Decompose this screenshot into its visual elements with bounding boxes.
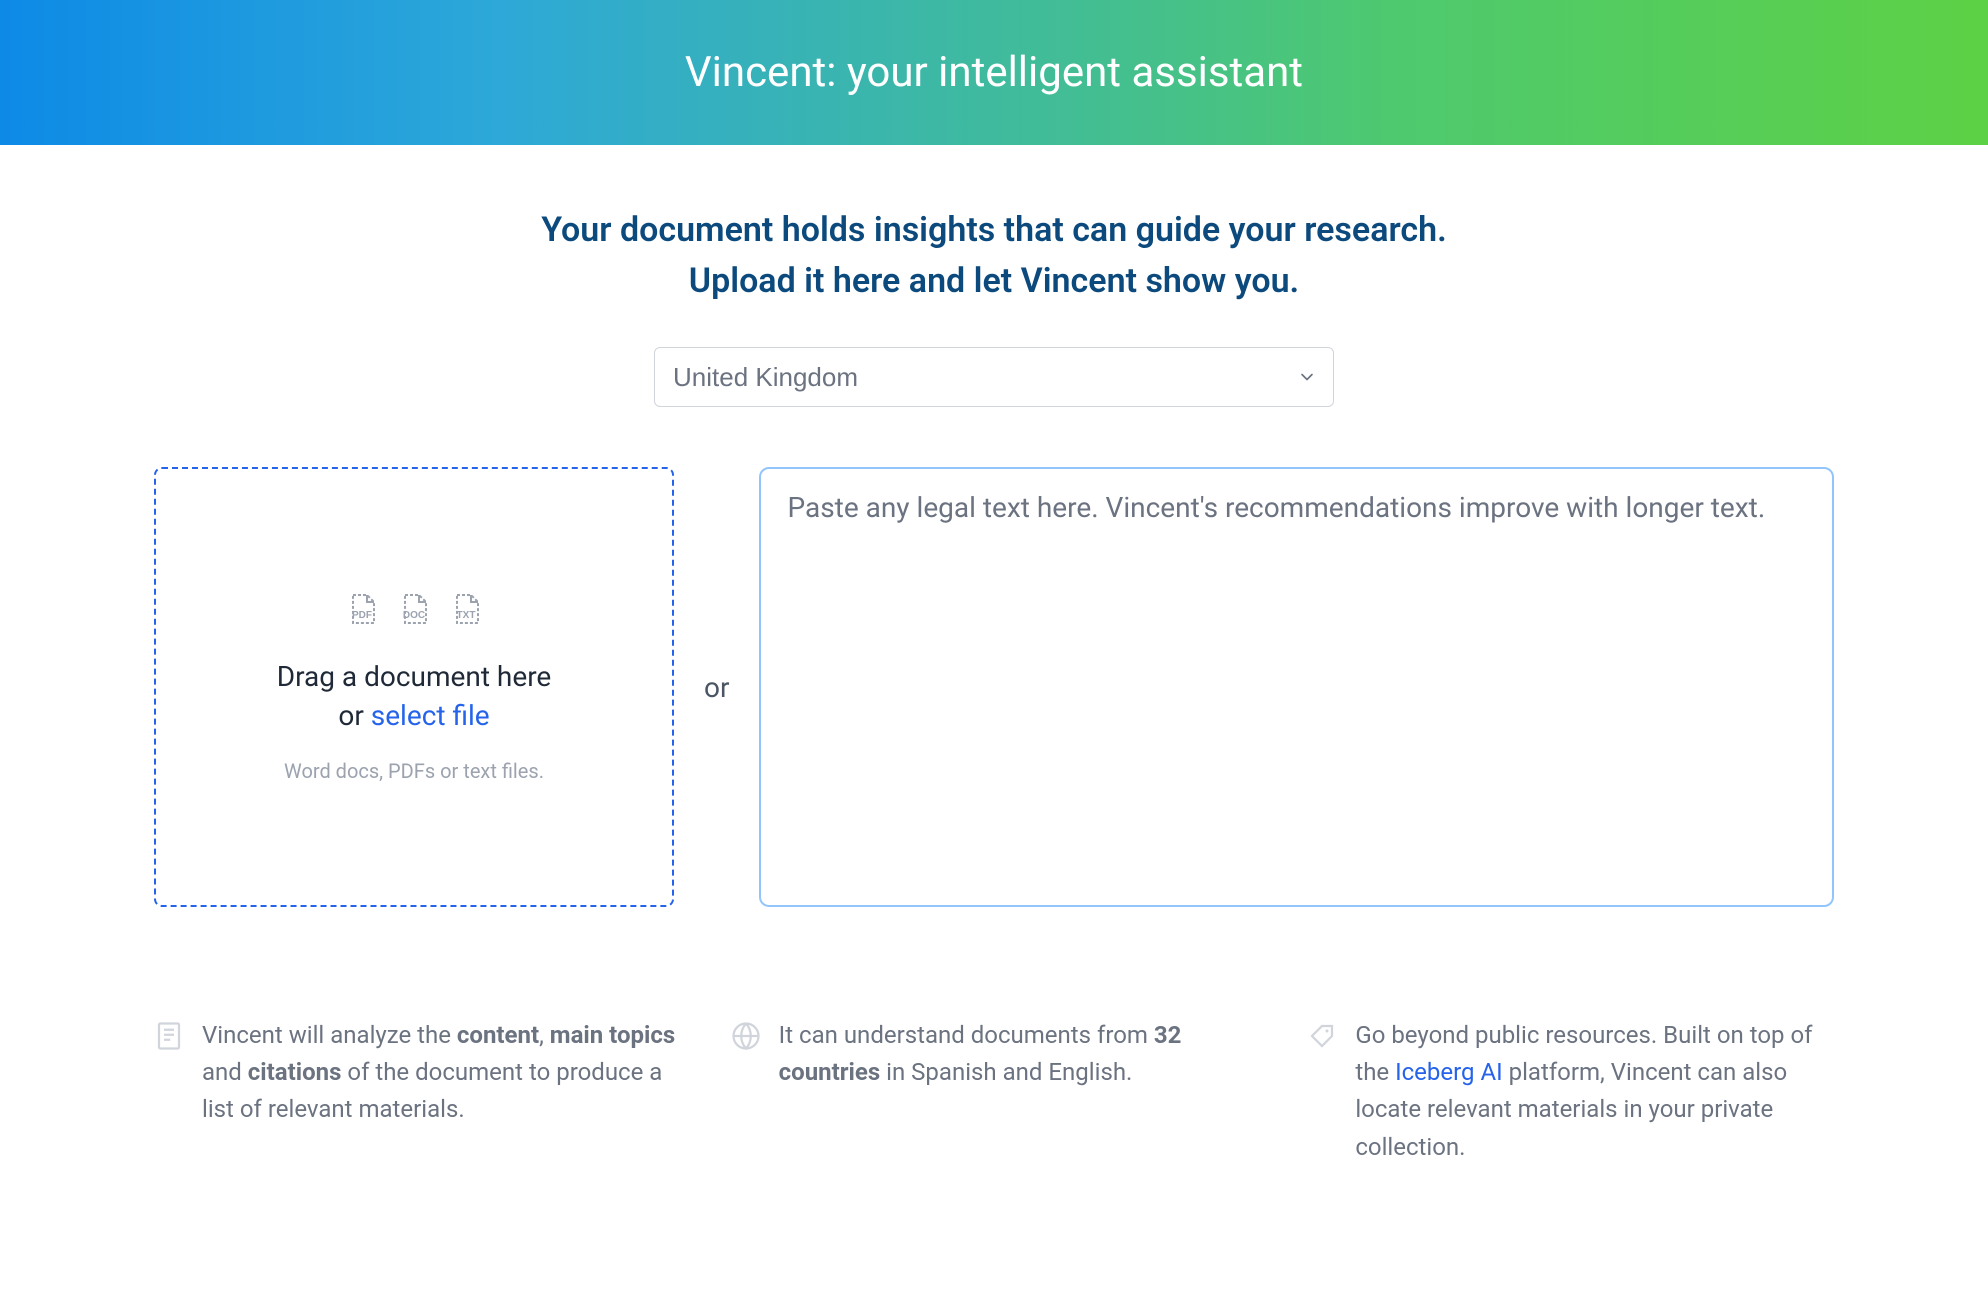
feature-iceberg: Go beyond public resources. Built on top… (1307, 1017, 1834, 1166)
globe-icon (731, 1021, 761, 1051)
features-row: Vincent will analyze the content, main t… (154, 1017, 1834, 1166)
header-banner: Vincent: your intelligent assistant (0, 0, 1988, 145)
drag-text-line2: or select file (338, 696, 489, 735)
document-icon (154, 1021, 184, 1051)
intro-text: Your document holds insights that can gu… (154, 205, 1834, 307)
svg-text:PDF: PDF (352, 610, 372, 621)
select-file-link[interactable]: select file (371, 699, 490, 732)
iceberg-ai-link[interactable]: Iceberg AI (1395, 1058, 1503, 1086)
upload-row: PDF DOC TXT (154, 467, 1834, 907)
feature-analyze-text: Vincent will analyze the content, main t… (202, 1017, 681, 1129)
feature-countries: It can understand documents from 32 coun… (731, 1017, 1258, 1166)
feature-countries-text: It can understand documents from 32 coun… (779, 1017, 1258, 1091)
svg-text:DOC: DOC (403, 610, 425, 621)
or-divider: or (704, 671, 729, 704)
intro-line-2: Upload it here and let Vincent show you. (154, 256, 1834, 307)
drag-text-line1: Drag a document here (277, 657, 552, 696)
txt-file-icon: TXT (448, 591, 484, 627)
header-title: Vincent: your intelligent assistant (20, 48, 1968, 97)
paste-textarea[interactable] (759, 467, 1834, 907)
pdf-file-icon: PDF (344, 591, 380, 627)
tag-icon (1307, 1021, 1337, 1051)
file-icons-row: PDF DOC TXT (344, 591, 484, 627)
feature-analyze: Vincent will analyze the content, main t… (154, 1017, 681, 1166)
main-content: Your document holds insights that can gu… (104, 145, 1884, 1166)
file-dropzone[interactable]: PDF DOC TXT (154, 467, 674, 907)
intro-line-1: Your document holds insights that can gu… (154, 205, 1834, 256)
drag-or-text: or (338, 699, 370, 732)
country-select-wrapper: United Kingdom (154, 347, 1834, 407)
country-select[interactable]: United Kingdom (654, 347, 1334, 407)
file-types-hint: Word docs, PDFs or text files. (284, 759, 544, 783)
feature-iceberg-text: Go beyond public resources. Built on top… (1355, 1017, 1834, 1166)
svg-text:TXT: TXT (457, 610, 476, 621)
doc-file-icon: DOC (396, 591, 432, 627)
